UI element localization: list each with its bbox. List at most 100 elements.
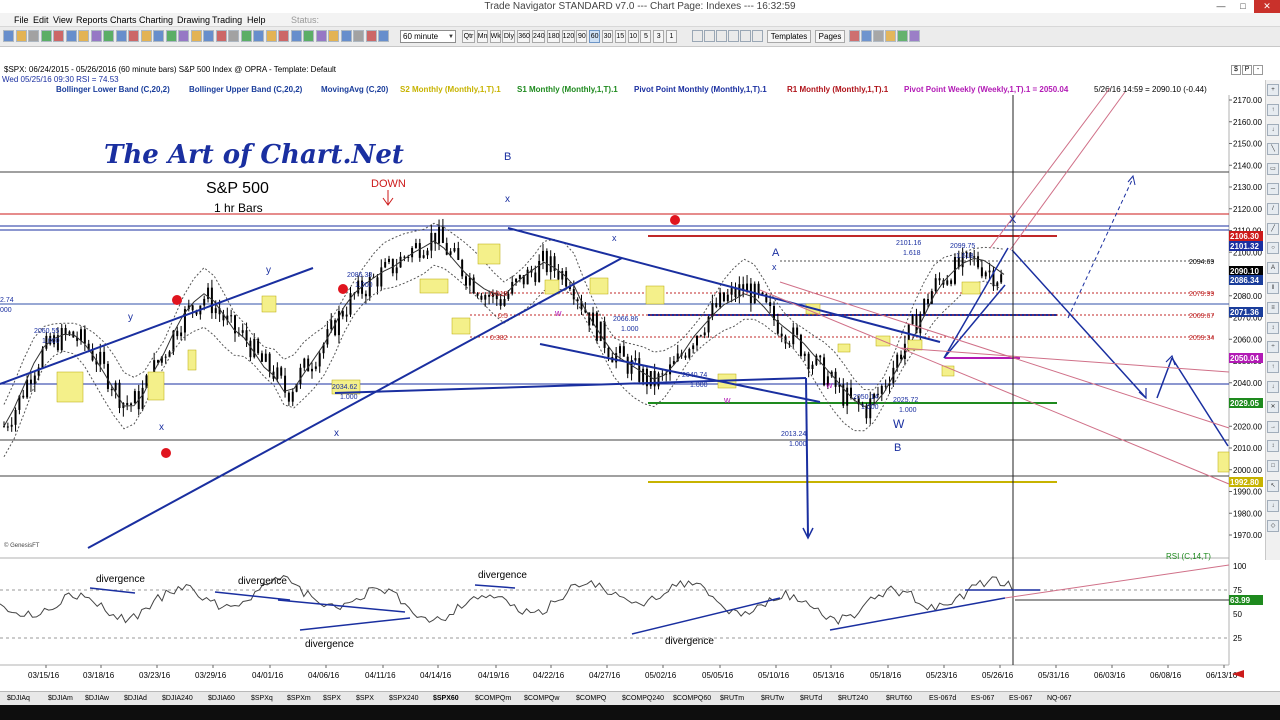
divergence-label: divergence: [238, 576, 287, 587]
symbol-tab[interactable]: $COMPQ240: [622, 693, 664, 705]
candle-body: [264, 353, 267, 362]
drawing-tool-icon[interactable]: ╱: [1267, 222, 1279, 235]
symbol-tab[interactable]: $RUTd: [800, 693, 822, 705]
drawing-tool-icon[interactable]: ↓: [1267, 123, 1279, 136]
price-axis-label: 2130.00: [1233, 183, 1262, 192]
drawing-tool-icon[interactable]: ‖: [1267, 282, 1279, 294]
drawing-tool-icon[interactable]: ≡: [1267, 301, 1279, 314]
symbol-tab[interactable]: $DJIAw: [85, 693, 109, 705]
symbol-tab[interactable]: $DJIAd: [124, 693, 147, 705]
symbol-tab[interactable]: ES-067: [971, 693, 994, 705]
candle-body: [457, 247, 460, 260]
drawing-tool-icon[interactable]: ✕: [1267, 400, 1279, 413]
candle-body: [927, 299, 929, 304]
brand-title: The Art of Chart.Net: [104, 140, 404, 170]
symbol-tab[interactable]: $DJIAq: [7, 693, 30, 705]
fib-zone-box: [837, 343, 851, 353]
price-axis-label: 2010.00: [1233, 444, 1262, 453]
swing-label: 1.000: [789, 441, 807, 448]
price-chart[interactable]: Bollinger Lower Band (C,20,2) Bollinger U…: [0, 0, 1280, 720]
symbol-tab[interactable]: ES-067: [1009, 693, 1032, 705]
symbol-tab[interactable]: $COMPQ60: [673, 693, 711, 705]
drawing-tool-icon[interactable]: ↕: [1267, 440, 1279, 453]
symbol-tab[interactable]: $RUT60: [886, 693, 912, 705]
symbol-tab[interactable]: $SPX: [356, 693, 374, 705]
date-axis-label: 06/13/16: [1206, 671, 1238, 680]
candle-body: [203, 298, 206, 306]
candle-body: [807, 353, 810, 369]
symbol-tab[interactable]: $COMPQw: [524, 693, 559, 705]
drawing-tool-icon[interactable]: ↕: [1267, 321, 1279, 334]
drawing-tool-icon[interactable]: ÷: [1267, 341, 1279, 354]
candle-body: [299, 367, 302, 385]
drawing-tool-icon[interactable]: /: [1267, 202, 1279, 215]
symbol-tab[interactable]: $RUT240: [838, 693, 868, 705]
swing-label: 1.000: [690, 382, 708, 389]
date-axis-label: 03/23/16: [139, 671, 171, 680]
candle-body: [33, 375, 36, 384]
drawing-tool-icon[interactable]: ↑: [1267, 361, 1279, 374]
symbol-tab[interactable]: $COMPQm: [475, 693, 511, 705]
drawing-tool-icon[interactable]: ↓: [1267, 499, 1279, 512]
candle-body: [330, 320, 333, 330]
taskbar-strip: [0, 705, 1280, 720]
candle-body: [542, 250, 544, 261]
symbol-tab[interactable]: $DJIAm: [48, 693, 73, 705]
candle-body: [507, 293, 510, 299]
drawing-tool-icon[interactable]: ○: [1267, 242, 1279, 255]
candle-body: [314, 366, 317, 369]
candle-body: [449, 251, 452, 255]
symbol-tab[interactable]: $COMPQ: [576, 693, 606, 705]
candle-body: [438, 226, 441, 244]
candle-body: [480, 295, 483, 300]
divergence-label: divergence: [305, 639, 354, 650]
drawing-tool-icon[interactable]: ↓: [1267, 381, 1279, 393]
symbol-tab[interactable]: NQ-067: [1047, 693, 1072, 705]
wave-label: A: [772, 247, 780, 259]
candle-body: [191, 305, 194, 311]
drawing-tool-icon[interactable]: □: [1267, 460, 1279, 473]
symbol-tab[interactable]: $SPX: [323, 693, 341, 705]
price-axis-label: 2040.00: [1233, 379, 1262, 388]
symbol-tab[interactable]: $SPXm: [287, 693, 311, 705]
symbol-tab[interactable]: $RUTm: [720, 693, 744, 705]
drawing-tool-icon[interactable]: →: [1267, 420, 1279, 433]
candle-body: [41, 348, 44, 368]
wave-label: w: [825, 380, 833, 390]
drawing-tool-icon[interactable]: ↖: [1267, 480, 1279, 492]
drawing-tool-icon[interactable]: +: [1267, 84, 1279, 96]
drawing-tool-icon[interactable]: ╲: [1267, 143, 1279, 156]
candle-body: [599, 321, 602, 341]
candle-body: [980, 267, 983, 277]
symbol-tab[interactable]: ES-067d: [929, 693, 956, 705]
symbol-tab[interactable]: $DJIA240: [162, 693, 193, 705]
candle-body: [418, 243, 421, 258]
candle-body: [696, 335, 698, 346]
candle-body: [996, 282, 999, 287]
fib-zone-box: [187, 349, 197, 371]
symbol-tab[interactable]: $RUTw: [761, 693, 784, 705]
drawing-tool-icon[interactable]: ↑: [1267, 103, 1279, 116]
drawing-tool-icon[interactable]: ◇: [1267, 519, 1279, 532]
drawing-tool-icon[interactable]: ▭: [1267, 163, 1279, 176]
date-axis-label: 04/22/16: [533, 671, 565, 680]
symbol-tab[interactable]: $SPX60: [433, 693, 459, 705]
candle-body: [60, 327, 63, 351]
candle-body: [110, 388, 113, 391]
symbol-tab[interactable]: $SPXq: [251, 693, 273, 705]
candle-body: [141, 387, 144, 410]
candle-body: [557, 270, 560, 280]
wave-label: X: [1009, 214, 1017, 226]
date-axis-label: 03/15/16: [28, 671, 60, 680]
symbol-tab[interactable]: $SPX240: [389, 693, 419, 705]
swing-label: 1.000: [340, 394, 358, 401]
candle-body: [395, 267, 398, 274]
wave-label: y: [266, 265, 271, 276]
candle-body: [761, 292, 764, 295]
candle-body: [846, 387, 849, 406]
symbol-tab[interactable]: $DJIA60: [208, 693, 235, 705]
drawing-tool-icon[interactable]: A: [1267, 262, 1279, 275]
date-axis-label: 04/27/16: [589, 671, 621, 680]
date-axis-label: 06/08/16: [1150, 671, 1182, 680]
drawing-tool-icon[interactable]: ─: [1267, 183, 1279, 195]
